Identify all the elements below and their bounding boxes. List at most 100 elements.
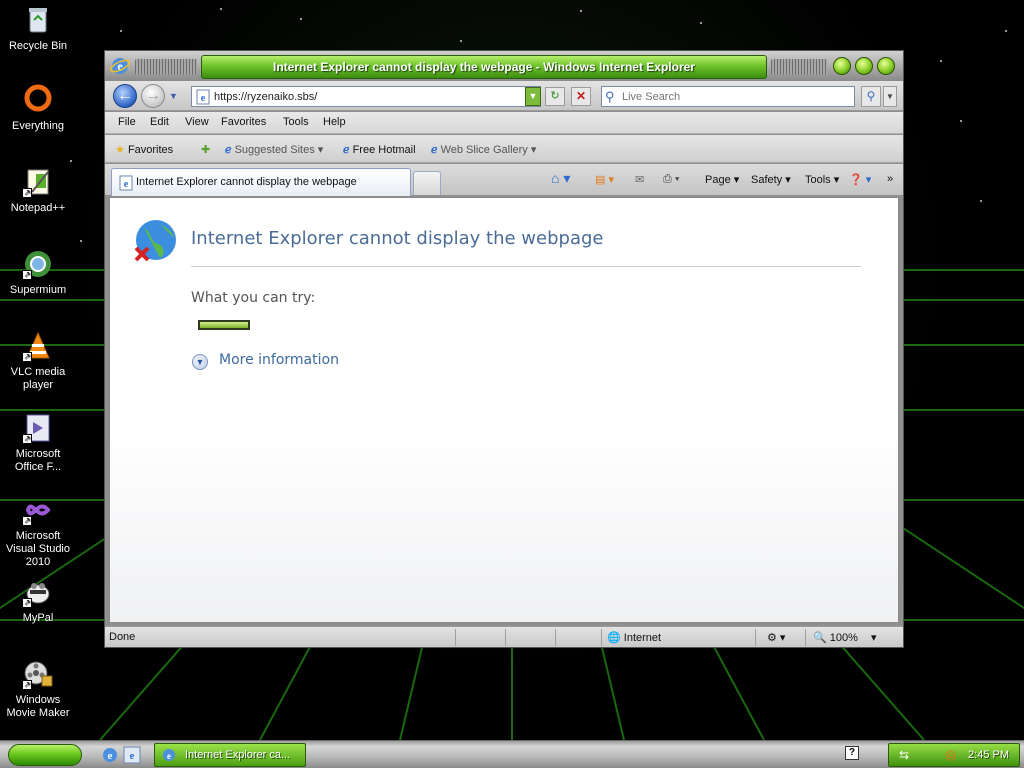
add-favorite-button[interactable]: ✚	[201, 143, 210, 156]
what-you-can-try-heading: What you can try:	[191, 290, 316, 306]
desktop-icon-visual-studio[interactable]: ↗ Microsoft Visual Studio 2010	[0, 494, 76, 569]
status-bar: Done 🌐 Internet ⚙ ▾ 🔍 100% ▾	[105, 626, 903, 647]
address-input[interactable]	[214, 89, 514, 104]
free-hotmail-link[interactable]: ℯ Free Hotmail	[343, 143, 416, 156]
everything-icon	[22, 84, 54, 116]
svg-text:e: e	[167, 751, 171, 761]
status-separator	[555, 629, 556, 646]
internet-globe-icon: 🌐	[607, 632, 621, 644]
suggested-sites-link[interactable]: ℯ Suggested Sites ▾	[225, 143, 323, 156]
desktop-icon-label: Microsoft Office F...	[14, 448, 62, 473]
clock[interactable]: 2:45 PM	[968, 749, 1009, 761]
help-tray-icon[interactable]: ?	[845, 746, 859, 760]
maximize-button[interactable]	[855, 57, 873, 75]
help-menu-button[interactable]: ❓ ▾	[849, 173, 871, 186]
desktop-icon-everything[interactable]: Everything	[0, 84, 76, 133]
address-dropdown-button[interactable]: ▼	[525, 87, 541, 106]
desktop-icon-vlc[interactable]: ↗ VLC media player	[0, 330, 76, 392]
live-search-icon: ⚲	[605, 89, 615, 104]
network-icon[interactable]: ⇆	[899, 748, 909, 762]
shortcut-arrow-icon: ↗	[22, 188, 32, 198]
ie-task-icon: e	[161, 747, 177, 763]
minimize-button[interactable]	[833, 57, 851, 75]
page-icon: e	[195, 89, 211, 105]
quick-launch-ie-alt-icon[interactable]: e	[122, 745, 142, 765]
zone-label: Internet	[623, 632, 662, 644]
menu-help[interactable]: Help	[323, 116, 346, 128]
favorites-star-icon: ★	[115, 144, 125, 156]
zoom-dropdown[interactable]: ▾	[871, 631, 877, 644]
rss-feed-icon: ▤	[595, 174, 606, 186]
taskbar-item-ie[interactable]: e Internet Explorer ca...	[154, 743, 306, 767]
lock-icon: ⚙	[767, 632, 777, 644]
safety-menu-button[interactable]: Safety ▾	[751, 173, 791, 186]
desktop-icon-label: Supermium	[9, 284, 67, 296]
svg-text:e: e	[124, 179, 129, 190]
back-button[interactable]: ←	[113, 84, 137, 108]
menu-view[interactable]: View	[185, 116, 209, 128]
recycle-bin-icon	[22, 4, 54, 36]
address-bar[interactable]: e	[191, 86, 541, 107]
desktop-icon-label: Notepad++	[10, 202, 66, 214]
security-zone[interactable]: 🌐 Internet	[607, 631, 661, 644]
shortcut-arrow-icon: ↗	[22, 680, 32, 690]
web-slice-gallery-link[interactable]: ℯ Web Slice Gallery ▾	[431, 143, 536, 156]
taskbar: e e e Internet Explorer ca... ? ⇆ ◎ 2:45…	[0, 740, 1024, 768]
everything-tray-icon[interactable]: ◎	[945, 747, 956, 763]
expand-chevron-icon: ▼	[192, 354, 208, 370]
menu-edit[interactable]: Edit	[150, 116, 169, 128]
refresh-icon: ↻	[550, 90, 560, 102]
home-icon: ⌂	[551, 170, 560, 186]
status-separator	[755, 629, 756, 646]
svg-text:e: e	[201, 93, 206, 104]
menu-file[interactable]: File	[118, 116, 136, 128]
search-box[interactable]: ⚲	[601, 86, 855, 107]
shortcut-arrow-icon: ↗	[22, 270, 32, 280]
search-options-dropdown[interactable]: ▼	[883, 86, 897, 107]
page-menu-button[interactable]: Page ▾	[705, 173, 739, 186]
add-favorite-icon: ✚	[201, 144, 211, 156]
read-mail-button[interactable]: ✉	[635, 173, 644, 186]
refresh-button[interactable]: ↻	[545, 87, 565, 106]
navigation-bar: ← → ▼ e ▼ ↻ ✕ ⚲ ⚲ ▼	[105, 81, 903, 111]
print-button[interactable]: ⎙ ▾	[663, 173, 680, 186]
shortcut-arrow-icon: ↗	[22, 516, 32, 526]
feeds-button[interactable]: ▤ ▾	[595, 173, 614, 186]
menu-tools[interactable]: Tools	[283, 116, 309, 128]
search-icon: ⚲	[866, 89, 876, 103]
quick-launch-ie-icon[interactable]: e	[100, 745, 120, 765]
status-separator	[505, 629, 506, 646]
zoom-button[interactable]: 🔍 100%	[813, 631, 858, 644]
office-icon: ↗	[22, 412, 54, 444]
more-commands-button[interactable]: »	[887, 173, 893, 185]
protected-mode-button[interactable]: ⚙ ▾	[767, 631, 785, 644]
tools-menu-button[interactable]: Tools ▾	[805, 173, 839, 186]
desktop-icon-mypal[interactable]: ↗ MyPal	[0, 576, 76, 625]
more-information-label: More information	[219, 352, 339, 368]
error-title: Internet Explorer cannot display the web…	[191, 228, 604, 249]
search-input[interactable]	[622, 89, 842, 104]
desktop-icon-office[interactable]: ↗ Microsoft Office F...	[0, 412, 76, 474]
title-grille-right	[771, 59, 827, 75]
search-button[interactable]: ⚲	[861, 86, 881, 107]
desktop-icon-recycle-bin[interactable]: Recycle Bin	[0, 4, 76, 53]
new-tab-button[interactable]	[413, 171, 441, 195]
recent-pages-dropdown[interactable]: ▼	[169, 91, 178, 101]
taskbar-item-label: Internet Explorer ca...	[185, 749, 291, 761]
stop-button[interactable]: ✕	[571, 87, 591, 106]
desktop-icon-notepad-plus-plus[interactable]: ↗ Notepad++	[0, 166, 76, 215]
tab-current[interactable]: e Internet Explorer cannot display the w…	[111, 168, 411, 196]
title-bar[interactable]: e Internet Explorer cannot display the w…	[105, 51, 903, 81]
visual-studio-icon: ↗	[22, 494, 54, 526]
desktop-icon-supermium[interactable]: ↗ Supermium	[0, 248, 76, 297]
start-button[interactable]	[8, 744, 82, 766]
close-button[interactable]	[877, 57, 895, 75]
mypal-icon: ↗	[22, 576, 54, 608]
forward-button[interactable]: →	[141, 84, 165, 108]
desktop-icon-movie-maker[interactable]: ↗ Windows Movie Maker	[0, 658, 76, 720]
favorites-button[interactable]: ★ Favorites	[115, 143, 173, 156]
status-separator	[455, 629, 456, 646]
menu-favorites[interactable]: Favorites	[221, 116, 266, 128]
home-button[interactable]: ⌂ ▾	[551, 170, 570, 187]
desktop-icon-label: Recycle Bin	[8, 40, 68, 52]
